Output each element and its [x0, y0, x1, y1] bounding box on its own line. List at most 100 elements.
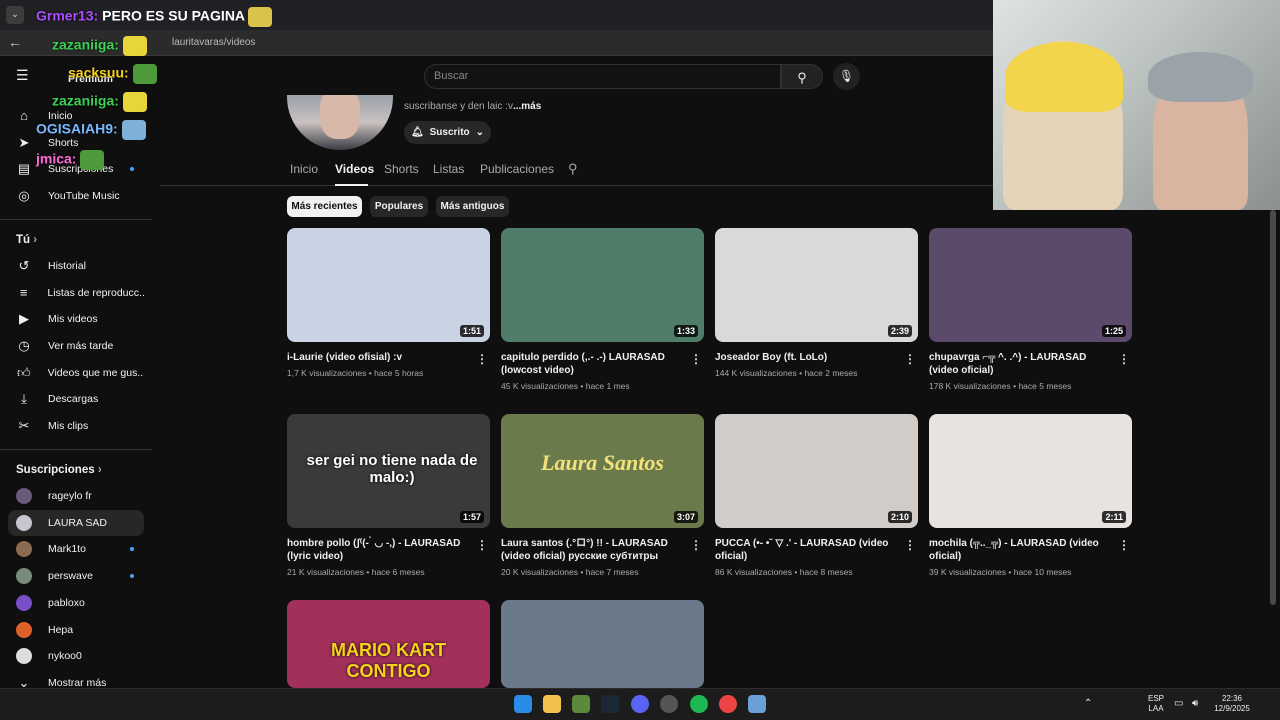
chat-message: zazaniiga:: [52, 92, 147, 112]
subscriptions-heading[interactable]: Suscripciones ›: [16, 464, 102, 476]
subscribed-button[interactable]: 🔔︎ Suscrito ⌄: [404, 121, 491, 144]
video-card[interactable]: 1:51 i-Laurie (video ofisial) :v 1,7 K vis…: [287, 228, 490, 378]
channel-search-icon[interactable]: ⚲: [568, 161, 578, 177]
chip-latest[interactable]: Más recientes: [287, 196, 362, 217]
menu-icon[interactable]: ☰: [16, 68, 32, 82]
video-card[interactable]: ser gei no tiene nada de malo:) 1:57 hombr…: [287, 414, 490, 577]
tab-posts[interactable]: Publicaciones: [480, 162, 554, 176]
history-icon: ↺: [18, 258, 30, 273]
new-content-dot: [130, 547, 134, 552]
channel-avatar[interactable]: [287, 95, 393, 150]
sidebar-item-liked[interactable]: 👍︎ Videos que me gus...: [8, 360, 144, 386]
tab-shorts[interactable]: Shorts: [384, 162, 419, 176]
sidebar-subscription-item[interactable]: Hepa: [8, 617, 144, 643]
network-icon[interactable]: ▭: [1174, 699, 1183, 709]
video-title[interactable]: chupavrga ⌐╦ ^. .^) - LAURASAD (video of…: [929, 351, 1115, 377]
sidebar-subscription-item[interactable]: rageylo fr: [8, 483, 144, 509]
channel-description-text: suscribanse y den laic :v: [404, 101, 513, 112]
video-card[interactable]: 2:39 Joseador Boy (ft. LoLo) 144 K visuali…: [715, 228, 918, 378]
chip-oldest[interactable]: Más antiguos: [436, 196, 509, 217]
discord-icon[interactable]: [631, 695, 649, 713]
language-indicator[interactable]: ESP LAA: [1148, 694, 1164, 714]
minecraft-icon[interactable]: [572, 695, 590, 713]
back-arrow-icon[interactable]: ←: [8, 34, 24, 50]
scrollbar[interactable]: [1270, 210, 1276, 605]
video-card[interactable]: 2:10 PUCCA (•- •˘ ▽ .' - LAURASAD (video …: [715, 414, 918, 577]
video-thumbnail[interactable]: 1:51: [287, 228, 490, 342]
subscribed-label: Suscrito: [429, 127, 470, 138]
tab-playlists[interactable]: Listas: [433, 162, 464, 176]
sidebar-item-playlists[interactable]: ≡ Listas de reproducc...: [8, 280, 144, 306]
search-button[interactable]: ⚲: [781, 64, 823, 89]
sidebar-subscription-item[interactable]: Mark1to: [8, 536, 144, 562]
video-card[interactable]: 2:11 mochila (╦.._╦) - LAURASAD (video of…: [929, 414, 1132, 577]
sidebar-subscription-item[interactable]: nykoo0: [8, 643, 144, 669]
volume-icon[interactable]: 🔊︎: [1192, 699, 1198, 709]
spotify-icon[interactable]: [690, 695, 708, 713]
file-explorer-icon[interactable]: [543, 695, 561, 713]
video-title[interactable]: hombre pollo (ʃ⁽(- ̀ ◡ -,) - LAURASAD (l…: [287, 537, 473, 563]
you-heading[interactable]: Tú ›: [16, 234, 37, 246]
more-options-icon[interactable]: ⋮: [1118, 352, 1130, 366]
sidebar-item-music[interactable]: ◎ YouTube Music: [8, 183, 144, 209]
video-views: 1,7 K visualizaciones: [287, 368, 367, 378]
sidebar-item-history[interactable]: ↺ Historial: [8, 253, 144, 279]
subscription-label: Hepa: [48, 623, 74, 636]
more-options-icon[interactable]: ⋮: [904, 352, 916, 366]
video-thumbnail[interactable]: 1:33: [501, 228, 704, 342]
chevron-up-icon[interactable]: ⌃: [1084, 699, 1092, 709]
video-title[interactable]: i-Laurie (video ofisial) :v: [287, 351, 473, 364]
channel-description[interactable]: suscribanse y den laic :v...más: [404, 101, 541, 112]
video-title[interactable]: mochila (╦.._╦) - LAURASAD (video oficia…: [929, 537, 1115, 563]
chip-popular[interactable]: Populares: [370, 196, 428, 217]
sidebar-item-my-videos[interactable]: ▶ Mis videos: [8, 306, 144, 332]
video-title[interactable]: capitulo perdido (,.- .-) LAURASAD (lowc…: [501, 351, 687, 377]
video-card[interactable]: 1:33 capitulo perdido (,.- .-) LAURASAD (…: [501, 228, 704, 391]
more-options-icon[interactable]: ⋮: [904, 538, 916, 552]
chrome-icon[interactable]: [719, 695, 737, 713]
start-icon[interactable]: [514, 695, 532, 713]
steam-icon[interactable]: [601, 695, 619, 713]
voice-search-button[interactable]: 🎙︎: [833, 63, 860, 90]
sidebar-item-downloads[interactable]: ⤓ Descargas: [8, 386, 144, 412]
video-card[interactable]: 1:25 chupavrga ⌐╦ ^. .^) - LAURASAD (vide…: [929, 228, 1132, 391]
sidebar-item-clips[interactable]: ✂ Mis clips: [8, 413, 144, 439]
video-thumbnail[interactable]: Laura Santos 3:07: [501, 414, 704, 528]
more-link[interactable]: ...más: [513, 101, 541, 112]
my-videos-icon: ▶: [19, 311, 29, 326]
tab-home[interactable]: Inicio: [290, 162, 318, 176]
subscription-label: rageylo fr: [48, 490, 92, 502]
tab-videos[interactable]: Videos: [335, 162, 374, 176]
clock[interactable]: 22:36 12/9/2025: [1210, 694, 1254, 714]
more-options-icon[interactable]: ⋮: [476, 352, 488, 366]
more-options-icon[interactable]: ⋮: [476, 538, 488, 552]
video-thumbnail[interactable]: 2:39: [715, 228, 918, 342]
more-options-icon[interactable]: ⋮: [1118, 538, 1130, 552]
video-title[interactable]: Laura santos (.°ロ°) !! - LAURASAD (video…: [501, 537, 687, 563]
sidebar-subscription-item[interactable]: perswave: [8, 563, 144, 589]
sidebar-subscription-item[interactable]: pabloxo: [8, 590, 144, 616]
video-thumbnail[interactable]: MARIO KART CONTIGO: [287, 600, 490, 688]
video-thumbnail[interactable]: ser gei no tiene nada de malo:) 1:57: [287, 414, 490, 528]
search-input[interactable]: [424, 64, 781, 89]
obs-icon[interactable]: [660, 695, 678, 713]
video-title[interactable]: PUCCA (•- •˘ ▽ .' - LAURASAD (video ofic…: [715, 537, 901, 563]
more-options-icon[interactable]: ⋮: [690, 538, 702, 552]
thumbnail-text: ser gei no tiene nada de malo:): [306, 452, 478, 486]
video-thumbnail[interactable]: [501, 600, 704, 688]
more-options-icon[interactable]: ⋮: [690, 352, 702, 366]
video-thumbnail[interactable]: 2:11: [929, 414, 1132, 528]
video-thumbnail[interactable]: 1:25: [929, 228, 1132, 342]
video-card[interactable]: MARIO KART CONTIGO: [287, 600, 490, 688]
sidebar-subscription-item[interactable]: LAURA SAD: [8, 509, 144, 536]
video-title[interactable]: Joseador Boy (ft. LoLo): [715, 351, 901, 364]
you-heading-label: Tú: [16, 234, 31, 246]
sidebar-item-watch-later[interactable]: ◷ Ver más tarde: [8, 333, 144, 359]
video-thumbnail[interactable]: 2:10: [715, 414, 918, 528]
video-card[interactable]: Laura Santos 3:07 Laura santos (.°ロ°) !! -…: [501, 414, 704, 577]
video-card[interactable]: [501, 600, 704, 688]
url-text: lauritavaras/videos: [172, 37, 256, 48]
music-icon: ◎: [18, 188, 30, 203]
tab-list-button[interactable]: ⌄: [6, 6, 24, 24]
photos-icon[interactable]: [748, 695, 766, 713]
